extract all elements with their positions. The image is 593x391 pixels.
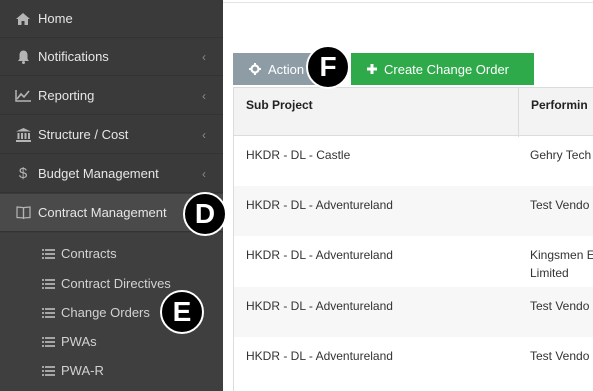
table-row[interactable]: HKDR - DL - Adventureland Test Vendo	[234, 337, 593, 391]
building-icon	[15, 127, 31, 142]
sidebar-item-home[interactable]: Home	[0, 0, 223, 38]
table-row[interactable]: HKDR - DL - Castle Gehry Tech	[234, 136, 593, 186]
sidebar-item-label: Structure / Cost	[38, 127, 129, 142]
cell-sub-project: HKDR - DL - Adventureland	[246, 248, 393, 262]
sidebar-item-structure-cost[interactable]: Structure / Cost ‹	[0, 116, 223, 154]
plus-icon	[367, 64, 377, 74]
list-icon	[42, 278, 56, 289]
gear-icon	[249, 63, 261, 75]
column-header-performing[interactable]: Performin	[531, 98, 588, 112]
create-change-order-button[interactable]: Create Change Order	[351, 53, 534, 85]
cell-performing: Kingsmen E Limited	[530, 248, 593, 280]
sidebar-item-label: Notifications	[38, 49, 109, 64]
action-button-label: Action	[268, 61, 305, 77]
chevron-left-icon: ‹	[202, 88, 206, 103]
create-change-order-label: Create Change Order	[384, 61, 510, 77]
table-row[interactable]: HKDR - DL - Adventureland Test Vendo	[234, 287, 593, 337]
sidebar-item-label: Contract Management	[38, 205, 167, 220]
cell-sub-project: HKDR - DL - Castle	[246, 148, 351, 162]
sidebar-subitem-label: Contracts	[61, 246, 117, 261]
cell-performing: Gehry Tech	[530, 148, 592, 162]
sidebar-subitem-label: PWAs	[61, 334, 97, 349]
sidebar-subitem-label: Contract Directives	[61, 276, 171, 291]
list-icon	[42, 365, 56, 376]
column-divider	[518, 88, 519, 137]
cell-performing: Test Vendo	[530, 198, 590, 212]
chart-icon	[15, 89, 31, 102]
dollar-icon: $	[18, 165, 28, 182]
sidebar-item-notifications[interactable]: Notifications ‹	[0, 38, 223, 76]
table-header: Sub Project Performin	[234, 87, 593, 137]
cell-sub-project: HKDR - DL - Adventureland	[246, 198, 393, 212]
sidebar-item-budget-management[interactable]: $ Budget Management ‹	[0, 155, 223, 193]
list-icon	[42, 248, 56, 259]
table-row[interactable]: HKDR - DL - Adventureland Kingsmen E Lim…	[234, 236, 593, 287]
table-row[interactable]: HKDR - DL - Adventureland Test Vendo	[234, 186, 593, 236]
sidebar-item-label: Reporting	[38, 88, 95, 103]
book-icon	[15, 206, 31, 219]
cell-sub-project: HKDR - DL - Adventureland	[246, 349, 393, 363]
chevron-left-icon: ‹	[202, 49, 206, 64]
sidebar-item-reporting[interactable]: Reporting ‹	[0, 77, 223, 115]
cell-performing: Test Vendo	[530, 299, 590, 313]
callout-marker-f: F	[306, 45, 350, 89]
sidebar-item-label: Budget Management	[38, 166, 159, 181]
bell-icon	[15, 50, 31, 64]
callout-marker-e: E	[160, 290, 204, 334]
chevron-left-icon: ‹	[202, 166, 206, 181]
sidebar-subitem-label: Change Orders	[61, 305, 150, 320]
sidebar-subitem-label: PWA-R	[61, 363, 104, 378]
cell-performing: Test Vendo	[530, 349, 590, 363]
top-bar	[223, 0, 593, 3]
cell-sub-project: HKDR - DL - Adventureland	[246, 299, 393, 313]
sidebar-subitem-pwa-r[interactable]: PWA-R	[0, 356, 223, 385]
callout-marker-d: D	[183, 192, 227, 236]
column-header-sub-project[interactable]: Sub Project	[246, 98, 313, 112]
chevron-left-icon: ‹	[202, 127, 206, 142]
home-icon	[15, 12, 31, 25]
sidebar-subitem-contracts[interactable]: Contracts	[0, 239, 223, 268]
sidebar-item-label: Home	[38, 11, 73, 26]
list-icon	[42, 307, 56, 318]
list-icon	[42, 336, 56, 347]
